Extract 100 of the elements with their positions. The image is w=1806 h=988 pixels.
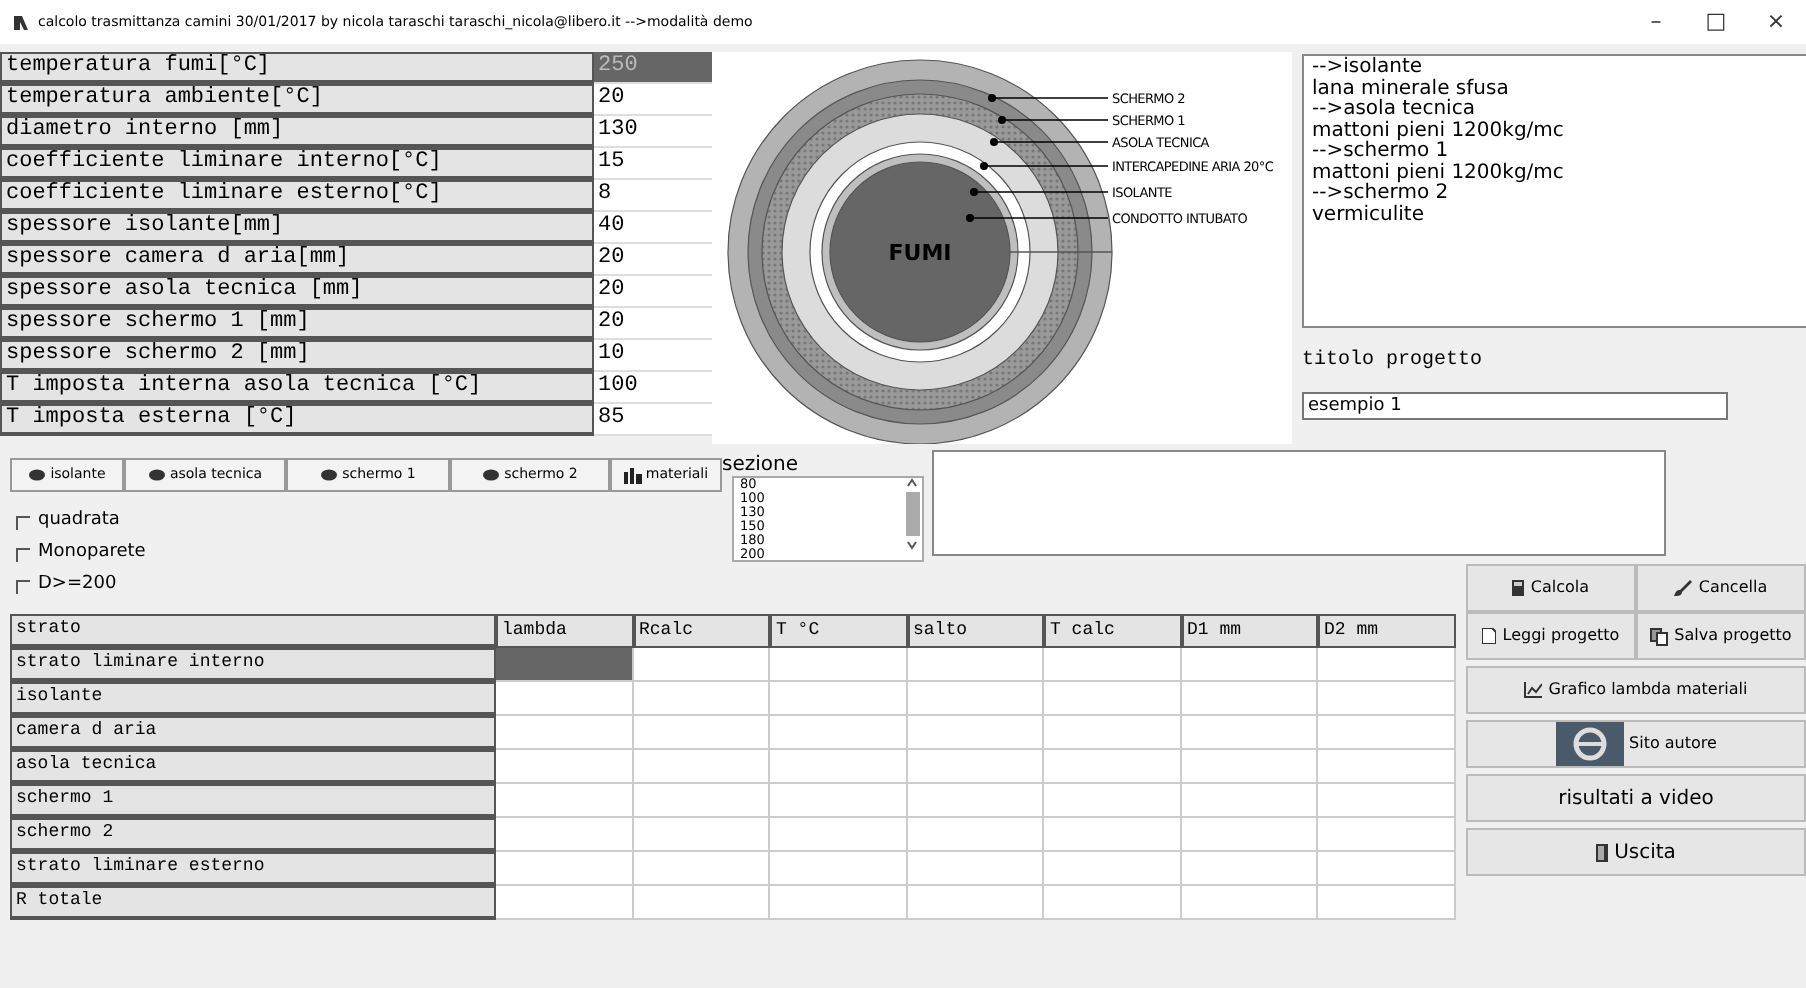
column-header: salto <box>907 614 1044 648</box>
table-cell[interactable] <box>1044 852 1181 886</box>
table-cell[interactable] <box>1044 886 1181 920</box>
copy-icon <box>1650 627 1669 645</box>
table-cell[interactable] <box>907 648 1044 682</box>
project-title-field[interactable]: esempio 1 <box>1302 392 1728 420</box>
table-cell[interactable] <box>770 886 907 920</box>
close-button[interactable]: × <box>1746 5 1806 39</box>
button[interactable]: risultati a video <box>1466 774 1806 822</box>
books-icon <box>623 467 642 483</box>
value-field[interactable]: 85 <box>594 404 712 436</box>
table-cell[interactable] <box>633 886 770 920</box>
notes-text-area[interactable] <box>932 450 1666 556</box>
row-label: schermo 1 <box>10 784 496 818</box>
table-cell[interactable] <box>1318 648 1455 682</box>
button[interactable]: Grafico lambda materiali <box>1466 666 1806 714</box>
scroll-down-icon[interactable] <box>906 540 918 550</box>
table-cell[interactable] <box>1044 818 1181 852</box>
leader-line <box>980 162 1109 170</box>
table-cell[interactable] <box>633 682 770 716</box>
table-cell[interactable] <box>770 784 907 818</box>
value-field[interactable]: 40 <box>594 212 712 244</box>
button[interactable]: Uscita <box>1466 828 1806 876</box>
table-cell[interactable] <box>496 648 633 682</box>
table-cell[interactable] <box>633 852 770 886</box>
table-cell[interactable] <box>770 648 907 682</box>
table-cell[interactable] <box>496 682 633 716</box>
table-cell[interactable] <box>1044 750 1181 784</box>
table-cell[interactable] <box>770 750 907 784</box>
field-label: coefficiente liminare interno[°C] <box>0 148 594 180</box>
table-cell[interactable] <box>1181 818 1318 852</box>
table-cell[interactable] <box>907 784 1044 818</box>
value-field[interactable]: 130 <box>594 116 712 148</box>
center-label: FUMI <box>888 240 952 266</box>
table-cell[interactable] <box>1318 818 1455 852</box>
table-cell[interactable] <box>770 852 907 886</box>
maximize-button[interactable]: □ <box>1686 5 1746 39</box>
table-cell[interactable] <box>1181 648 1318 682</box>
value-field[interactable]: 10 <box>594 340 712 372</box>
checkbox[interactable] <box>16 579 30 593</box>
table-cell[interactable] <box>1318 750 1455 784</box>
table-cell[interactable] <box>907 818 1044 852</box>
table-cell[interactable] <box>907 716 1044 750</box>
value-field[interactable]: 100 <box>594 372 712 404</box>
row-label: strato liminare interno <box>10 648 496 682</box>
minimize-button[interactable]: – <box>1626 5 1686 39</box>
value-field[interactable]: 20 <box>594 276 712 308</box>
table-cell[interactable] <box>1181 852 1318 886</box>
table-cell[interactable] <box>496 784 633 818</box>
calculator-icon <box>1512 580 1525 596</box>
button[interactable]: Leggi progetto <box>1466 612 1636 660</box>
value-field[interactable]: 8 <box>594 180 712 212</box>
table-cell[interactable] <box>770 716 907 750</box>
leader-line <box>990 138 1109 146</box>
checkbox[interactable] <box>16 515 30 529</box>
field-label: spessore camera d aria[mm] <box>0 244 594 276</box>
table-cell[interactable] <box>1044 648 1181 682</box>
checkbox[interactable] <box>16 547 30 561</box>
table-cell[interactable] <box>907 886 1044 920</box>
table-cell[interactable] <box>1181 682 1318 716</box>
table-cell[interactable] <box>633 750 770 784</box>
chart-icon <box>1524 682 1543 698</box>
table-cell[interactable] <box>907 750 1044 784</box>
table-cell[interactable] <box>907 852 1044 886</box>
table-cell[interactable] <box>633 784 770 818</box>
table-cell[interactable] <box>496 852 633 886</box>
value-field[interactable]: 15 <box>594 148 712 180</box>
materials-text-area[interactable]: -->isolante lana minerale sfusa -->asola tecnica mattoni pieni 1200kg/mc -->schermo 1 mattoni pieni 1200kg/mc -->schermo 2 vermiculite <box>1302 54 1806 328</box>
table-cell[interactable] <box>633 716 770 750</box>
table-cell[interactable] <box>1044 682 1181 716</box>
table-cell[interactable] <box>1318 716 1455 750</box>
value-field[interactable]: 20 <box>594 84 712 116</box>
value-field[interactable]: 20 <box>594 308 712 340</box>
table-cell[interactable] <box>496 818 633 852</box>
table-cell[interactable] <box>1044 716 1181 750</box>
disk-icon <box>147 468 166 482</box>
button[interactable]: Calcola <box>1466 564 1636 612</box>
table-cell[interactable] <box>496 886 633 920</box>
value-field[interactable]: 20 <box>594 244 712 276</box>
button[interactable]: Salva progetto <box>1636 612 1806 660</box>
table-cell[interactable] <box>633 818 770 852</box>
button[interactable]: Cancella <box>1636 564 1806 612</box>
table-cell[interactable] <box>1318 784 1455 818</box>
table-cell[interactable] <box>1044 784 1181 818</box>
scroll-up-icon[interactable] <box>906 478 918 488</box>
table-cell[interactable] <box>1318 852 1455 886</box>
table-cell[interactable] <box>496 716 633 750</box>
table-cell[interactable] <box>1318 886 1455 920</box>
table-cell[interactable] <box>1181 750 1318 784</box>
table-cell[interactable] <box>1181 886 1318 920</box>
table-cell[interactable] <box>633 648 770 682</box>
column-header: D1 mm <box>1181 614 1318 648</box>
table-cell[interactable] <box>1181 784 1318 818</box>
table-cell[interactable] <box>770 682 907 716</box>
table-cell[interactable] <box>907 682 1044 716</box>
table-cell[interactable] <box>1181 716 1318 750</box>
table-cell[interactable] <box>496 750 633 784</box>
button[interactable]: Sito autore <box>1466 720 1806 768</box>
table-cell[interactable] <box>1318 682 1455 716</box>
table-cell[interactable] <box>770 818 907 852</box>
